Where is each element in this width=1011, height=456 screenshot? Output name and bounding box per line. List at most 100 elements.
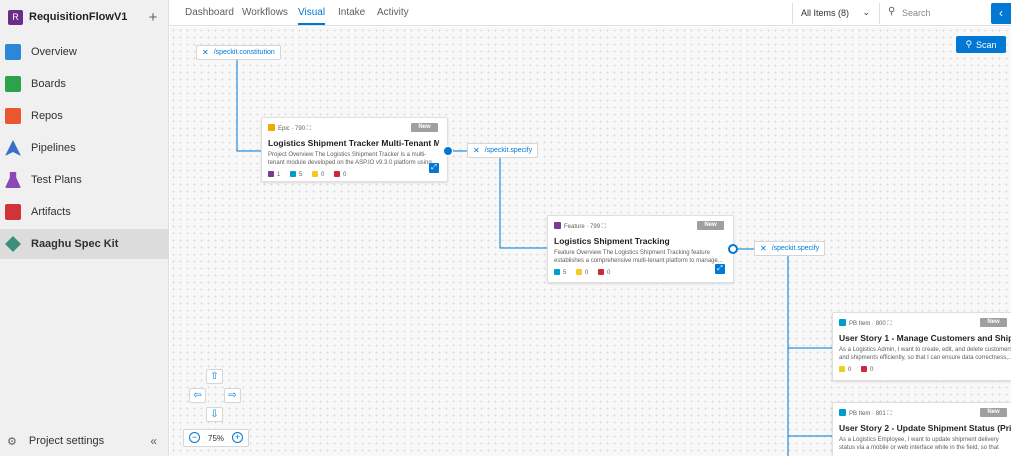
card-chips: 5 0 0 (554, 269, 618, 276)
card-title[interactable]: User Story 1 - Manage Customers and Ship… (839, 333, 1011, 343)
command-label: /speckit.constitution (213, 49, 275, 56)
project-settings[interactable]: ⚙ Project settings « (0, 426, 169, 456)
expand-icon[interactable]: ⛶ (887, 321, 891, 327)
zoom-out-button[interactable]: − (189, 432, 200, 443)
tab-intake[interactable]: Intake (338, 7, 365, 18)
sidebar-item-artifacts[interactable]: Artifacts (0, 197, 169, 227)
trophy-icon (268, 171, 274, 177)
wrench-icon: ✕ (202, 48, 209, 57)
sidebar-item-label: Raaghu Spec Kit (31, 238, 119, 250)
arrow-left-icon: ⇦ (193, 390, 202, 401)
expand-icon[interactable]: ⛶ (887, 411, 891, 417)
plus-icon[interactable]: + (146, 9, 160, 26)
task-chip: 0 (576, 269, 588, 276)
pan-right-button[interactable]: ⇨ (224, 388, 241, 403)
trophy-icon (554, 222, 561, 229)
scan-button[interactable]: ⚲ Scan (956, 36, 1006, 53)
story-card-1[interactable]: PB Item · 800 ⛶ New User Story 1 - Manag… (832, 312, 1011, 381)
card-id: 790 (295, 126, 306, 132)
sidebar-item-boards[interactable]: Boards (0, 69, 169, 99)
tab-dashboard[interactable]: Dashboard (185, 7, 234, 18)
card-id: 799 (590, 224, 601, 230)
bug-icon (861, 366, 868, 372)
double-chevron-left-icon[interactable]: « (150, 434, 157, 448)
arrow-right-icon: ⇨ (228, 390, 237, 401)
backlog-chip: 5 (290, 171, 302, 178)
tab-visual[interactable]: Visual (298, 7, 326, 25)
project-header[interactable]: R RequisitionFlowV1 + (0, 0, 168, 34)
feature-card[interactable]: Feature · 799 ⛶ New Logistics Shipment T… (547, 215, 734, 283)
link-icon[interactable]: ⤢ (715, 264, 725, 274)
state-badge: New (411, 123, 438, 132)
crown-icon (268, 124, 275, 131)
card-title[interactable]: Logistics Shipment Tracker Multi-Tenant … (268, 138, 439, 148)
card-meta: Epic · 790 ⛶ (268, 124, 311, 133)
sidebar-item-test-plans[interactable]: Test Plans (0, 165, 169, 195)
card-title[interactable]: Logistics Shipment Tracking (554, 236, 725, 246)
bug-icon (334, 171, 341, 177)
sidebar-item-label: Repos (31, 110, 63, 122)
chip-count: 0 (321, 172, 325, 178)
pan-down-button[interactable]: ⇩ (206, 407, 223, 422)
connector-handle[interactable] (728, 244, 738, 254)
card-meta: PB Item · 801 ⛶ (839, 409, 892, 418)
top-bar: Dashboard Workflows Visual Intake Activi… (169, 0, 1011, 26)
sidebar-item-repos[interactable]: Repos (0, 101, 169, 131)
tab-workflows[interactable]: Workflows (242, 7, 288, 18)
items-filter-label: All Items (8) (801, 8, 850, 18)
epic-card[interactable]: Epic · 790 ⛶ New Logistics Shipment Trac… (261, 117, 448, 182)
card-type: PB Item (849, 411, 871, 417)
backlog-chip: 5 (554, 269, 566, 276)
arrow-up-icon: ⇧ (210, 371, 219, 382)
connector-handle[interactable] (443, 146, 453, 156)
sidebar-item-label: Overview (31, 46, 77, 58)
zoom-control: − 75% + (183, 429, 249, 447)
pan-left-button[interactable]: ⇦ (189, 388, 206, 403)
arrow-down-icon: ⇩ (210, 409, 219, 420)
search-input[interactable]: ⚲ Search (879, 3, 989, 24)
items-filter-dropdown[interactable]: All Items (8) ⌄ (792, 3, 878, 24)
chevron-down-icon: ⌄ (862, 7, 870, 17)
visual-canvas[interactable]: ⚲ Scan ✕ /speckit.constitution Epic · 79… (170, 27, 1011, 456)
sidebar-item-pipelines[interactable]: Pipelines (0, 133, 169, 163)
sidebar-item-label: Artifacts (31, 206, 71, 218)
overview-icon (5, 44, 21, 60)
command-constitution[interactable]: ✕ /speckit.constitution (196, 45, 281, 60)
card-id: 800 (875, 321, 886, 327)
card-description: Project Overview The Logistics Shipment … (268, 152, 432, 166)
task-icon (839, 366, 845, 372)
bug-icon (598, 269, 605, 275)
story-card-2[interactable]: PB Item · 801 ⛶ New User Story 2 - Updat… (832, 402, 1011, 456)
backlog-item-icon (839, 319, 846, 326)
artifacts-icon (5, 204, 21, 220)
command-specify-2[interactable]: ✕ /speckit.specify (754, 241, 826, 256)
zoom-in-button[interactable]: + (232, 432, 243, 443)
expand-icon[interactable]: ⛶ (602, 224, 606, 230)
card-description: As a Logistics Admin, I want to create, … (839, 347, 1011, 361)
card-description: As a Logistics Employee, I want to updat… (839, 437, 999, 451)
pan-up-button[interactable]: ⇧ (206, 369, 223, 384)
state-badge: New (697, 221, 724, 230)
command-label: /speckit.specify (484, 147, 533, 154)
connector-epic-feature (499, 151, 548, 249)
sidebar-item-label: Test Plans (31, 174, 82, 186)
backlog-item-icon (839, 409, 846, 416)
project-name[interactable]: RequisitionFlowV1 (29, 11, 146, 23)
task-icon (576, 269, 583, 275)
sidebar-item-overview[interactable]: Overview (0, 37, 169, 67)
card-type: Feature (564, 224, 585, 230)
bug-chip: 0 (861, 366, 873, 373)
expand-icon[interactable]: ⛶ (307, 126, 311, 132)
chip-count: 0 (848, 367, 852, 373)
boards-icon (5, 76, 21, 92)
project-logo: R (8, 9, 23, 25)
chip-count: 0 (607, 270, 611, 276)
tab-activity[interactable]: Activity (377, 7, 409, 18)
link-icon[interactable]: ⤢ (429, 163, 439, 173)
card-title[interactable]: User Story 2 - Update Shipment Status (P… (839, 423, 1011, 433)
task-icon (312, 171, 319, 177)
bug-chip: 0 (598, 269, 610, 276)
command-specify-1[interactable]: ✕ /speckit.specify (467, 143, 539, 158)
panel-toggle-button[interactable]: ‹ (991, 3, 1011, 24)
sidebar-item-raaghu-spec-kit[interactable]: Raaghu Spec Kit (0, 229, 169, 259)
